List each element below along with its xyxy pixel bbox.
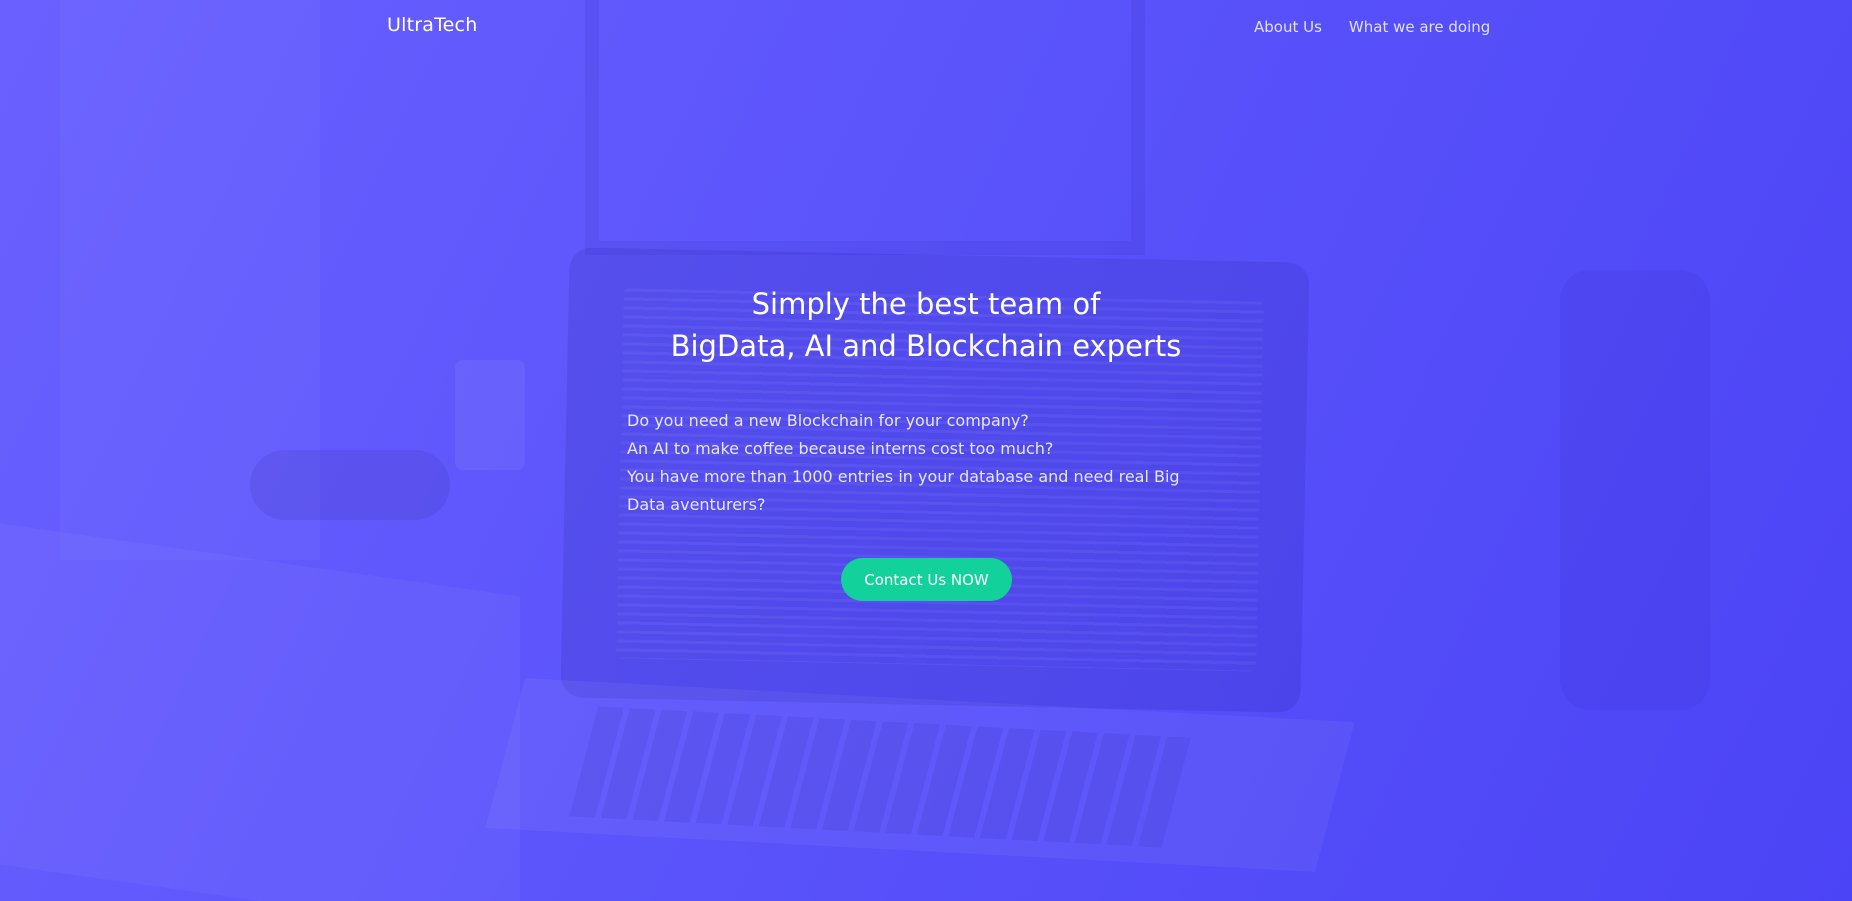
nav-link-about-us[interactable]: About Us xyxy=(1254,18,1322,36)
hero-pitch: Do you need a new Blockchain for your co… xyxy=(627,407,1187,519)
pitch-line-2: An AI to make coffee because interns cos… xyxy=(627,439,1054,458)
navbar: UltraTech About Us What we are doing xyxy=(0,0,1852,56)
background-desk xyxy=(0,523,520,901)
nav-links: About Us What we are doing xyxy=(1254,18,1490,36)
brand-logo[interactable]: UltraTech xyxy=(387,14,477,36)
nav-link-what-we-are-doing[interactable]: What we are doing xyxy=(1349,18,1490,36)
pitch-line-1: Do you need a new Blockchain for your co… xyxy=(627,411,1029,430)
contact-us-button[interactable]: Contact Us NOW xyxy=(841,558,1012,601)
background-plant xyxy=(455,360,525,470)
background-glasses xyxy=(250,450,450,520)
headline-line-2: BigData, AI and Blockchain experts xyxy=(670,329,1182,363)
hero-headline: Simply the best team of BigData, AI and … xyxy=(0,283,1852,367)
headline-line-1: Simply the best team of xyxy=(751,287,1101,321)
pitch-line-3: You have more than 1000 entries in your … xyxy=(627,467,1180,514)
